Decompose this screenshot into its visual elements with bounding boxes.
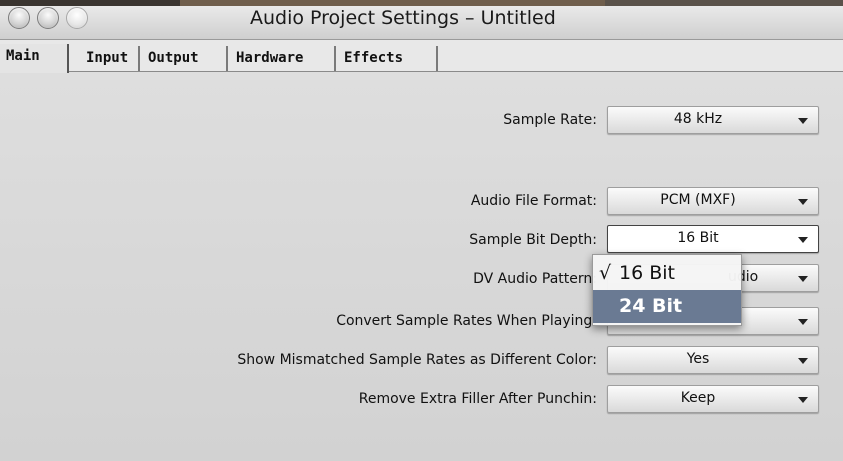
zoom-window-button[interactable]: [66, 7, 88, 29]
show-mismatched-popup[interactable]: Yes: [607, 346, 819, 374]
chevron-down-icon: [798, 358, 808, 364]
remove-filler-value: Keep: [680, 390, 716, 406]
title-bar-background-strip: [0, 0, 180, 6]
sample-bit-depth-popup[interactable]: 16 Bit: [607, 225, 819, 253]
tab-main[interactable]: Main: [0, 44, 69, 73]
audio-project-settings-window: Audio Project Settings – Untitled Main I…: [0, 0, 843, 461]
title-bar-background-strip: [180, 0, 605, 6]
title-bar-background-strip: [605, 0, 843, 6]
sample-rate-popup[interactable]: 48 kHz: [607, 106, 819, 134]
tab-bar: Main Input Output Hardware Effects: [0, 40, 843, 73]
checkmark-icon: √: [599, 262, 612, 284]
convert-sample-rates-label: Convert Sample Rates When Playing:: [336, 313, 597, 329]
tab-effects[interactable]: Effects: [338, 46, 438, 71]
remove-filler-popup[interactable]: Keep: [607, 385, 819, 413]
sample-rate-label: Sample Rate:: [503, 112, 597, 128]
sample-bit-depth-label: Sample Bit Depth:: [469, 232, 597, 248]
show-mismatched-value: Yes: [686, 351, 710, 367]
show-mismatched-label: Show Mismatched Sample Rates as Differen…: [237, 352, 597, 368]
minimize-window-button[interactable]: [37, 7, 59, 29]
tab-output[interactable]: Output: [142, 46, 228, 71]
sample-rate-value: 48 kHz: [673, 111, 723, 127]
chevron-down-icon: [798, 319, 808, 325]
title-bar[interactable]: Audio Project Settings – Untitled: [0, 0, 843, 40]
sample-bit-depth-value: 16 Bit: [677, 230, 719, 246]
audio-file-format-popup[interactable]: PCM (MXF): [607, 187, 819, 215]
audio-file-format-value: PCM (MXF): [660, 192, 736, 208]
close-window-button[interactable]: [8, 7, 30, 29]
chevron-down-icon: [798, 199, 808, 205]
window-title: Audio Project Settings – Untitled: [250, 7, 556, 29]
bit-depth-dropdown-menu: √ 16 Bit 24 Bit: [592, 254, 742, 326]
tab-input[interactable]: Input: [80, 46, 140, 71]
menu-item-label: 24 Bit: [619, 295, 683, 317]
chevron-down-icon: [798, 237, 808, 243]
dv-audio-pattern-label: DV Audio Pattern:: [473, 271, 597, 287]
chevron-down-icon: [798, 397, 808, 403]
menu-item-24-bit[interactable]: 24 Bit: [593, 290, 741, 323]
remove-filler-label: Remove Extra Filler After Punchin:: [358, 391, 597, 407]
menu-item-label: 16 Bit: [619, 262, 675, 284]
chevron-down-icon: [798, 276, 808, 282]
tab-hardware[interactable]: Hardware: [230, 46, 336, 71]
audio-file-format-label: Audio File Format:: [470, 193, 597, 209]
chevron-down-icon: [798, 118, 808, 124]
menu-item-16-bit[interactable]: √ 16 Bit: [593, 257, 741, 290]
